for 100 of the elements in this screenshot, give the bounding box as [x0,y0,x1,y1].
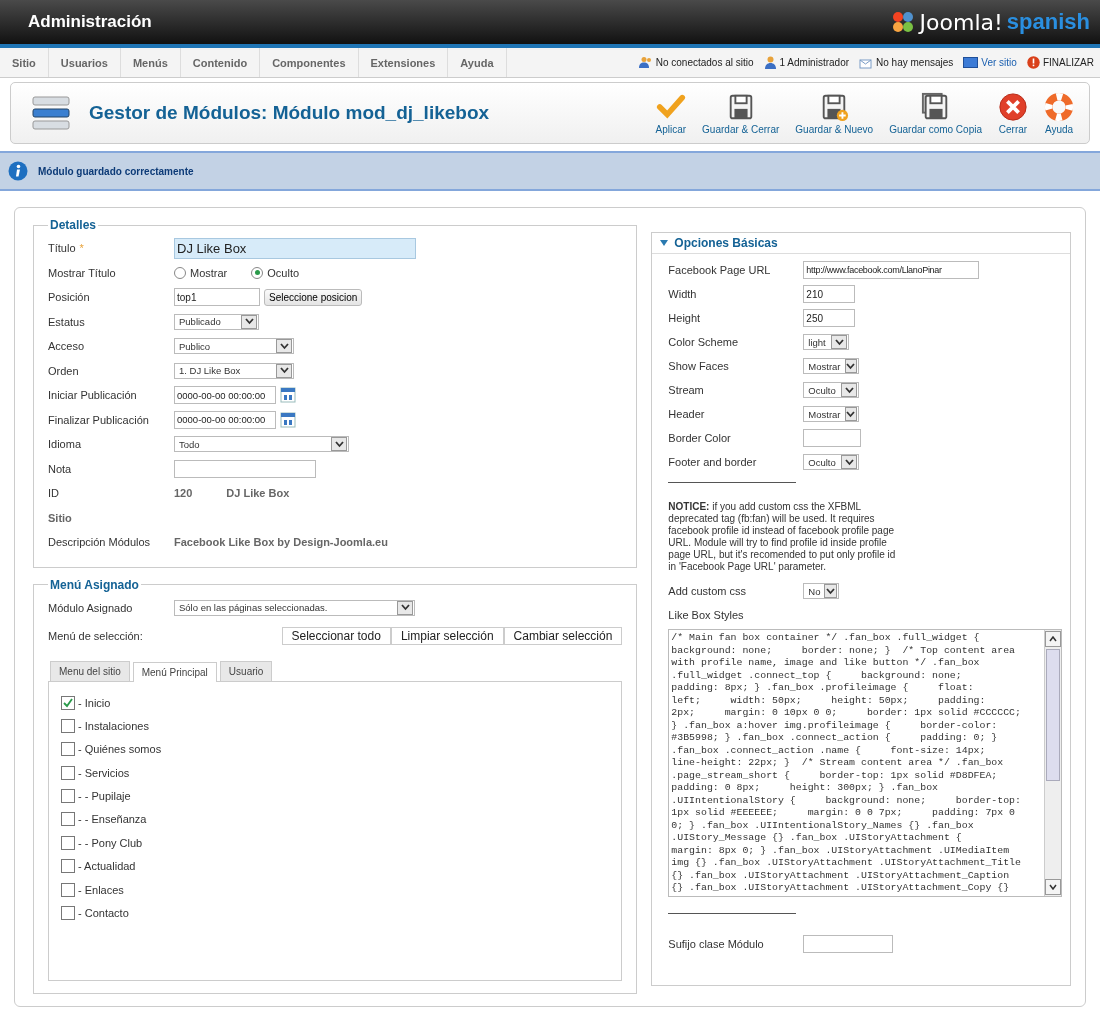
checkbox[interactable] [61,742,75,757]
monitor-icon [963,57,979,68]
field-label: Descripción Módulos [48,536,151,549]
status-link[interactable]: No conectados al sitio [638,56,754,69]
checkbox-label: - Inicio [78,696,111,709]
text-field[interactable]: http://www.facebook.com/LlanoPinar [803,261,980,279]
field-label: Add custom css [668,585,747,597]
select-field[interactable]: Oculto [803,382,860,398]
toolbar-button[interactable]: Guardar & Cerrar [695,89,787,137]
selection-button[interactable]: Limpiar selección [390,627,504,646]
page-title: Gestor de Módulos: Módulo mod_dj_likebox [89,102,490,124]
checkbox[interactable] [61,789,75,804]
selection-button[interactable]: Cambiar selección [503,627,623,646]
scroll-up-icon[interactable] [1045,631,1062,647]
power-icon [1026,56,1040,69]
checkbox[interactable] [61,718,75,733]
text-field[interactable] [803,429,862,447]
field-label: Menú de selección: [48,630,144,643]
text-field[interactable]: 210 [803,285,856,303]
select-field[interactable]: light [803,334,850,350]
radio-button[interactable] [174,266,186,279]
select-field[interactable]: Publicado [174,313,259,330]
info-value: Facebook Like Box by Design-Joomla.eu [174,536,388,549]
toolbar-button[interactable]: Ayuda [1037,89,1081,137]
field-label: Finalizar Publicación [48,413,149,426]
code-line: img {} .fan_box .UIStoryAttachment .UIStoryAttachment_Title [671,857,1022,870]
toolbar-button[interactable]: Guardar como Copia [882,89,989,137]
menu-item[interactable]: Usuarios [48,48,121,77]
envelope-icon [859,56,874,69]
field-label: Idioma [48,438,82,451]
select-position-button[interactable]: Seleccione posicion [264,288,363,306]
menu-item[interactable]: Contenido [180,48,261,77]
menu-item[interactable]: Ayuda [448,48,507,77]
code-line: #3B5998; } .fan_box .connect_action { padding: 0; } [671,732,999,745]
selection-button[interactable]: Seleccionar todo [281,627,391,646]
styles-textarea[interactable] [668,629,1063,897]
select-field[interactable]: 1. DJ Like Box [174,362,294,379]
select-field[interactable]: Sólo en las páginas seleccionadas. [174,599,415,616]
menu-tab[interactable]: Menu del sitio [50,660,130,681]
field-label: Acceso [48,340,85,353]
field-label: Orden [48,364,79,377]
status-link[interactable]: No hay mensajes [859,56,954,69]
options-title: Opciones Básicas [674,236,778,250]
position-field[interactable]: top1 [174,288,260,307]
menu-tab[interactable]: Usuario [219,660,273,681]
brand-name: Joomla! [919,9,1003,35]
message-text: Módulo guardado correctamente [38,165,194,177]
toolbar-button[interactable]: Aplicar [648,89,694,137]
field-label: Border Color [668,432,732,444]
details-legend: Detalles [48,218,99,232]
checkbox-label: - - Pony Club [78,836,143,849]
code-line: 0; } .fan_box .UIIntentionalStory_Names {} .fan_box [671,819,975,832]
select-field[interactable]: Mostrar [803,358,860,374]
menu-item[interactable]: Componentes [260,48,359,77]
select-field[interactable]: Mostrar [803,406,860,422]
toolbar-button[interactable]: Cerrar [991,89,1035,137]
menu-assignment-legend: Menú Asignado [48,577,141,592]
scroll-down-icon[interactable] [1045,879,1062,895]
select-field[interactable]: Publico [174,338,294,355]
code-line: padding: 8px; } .fan_box .profileimage { float: [671,682,975,695]
code-line: margin: 8px 0; } .fan_box .UIStoryAttachment .UIMediaItem [671,844,1011,857]
text-field[interactable] [174,459,316,478]
options-header[interactable]: Opciones Básicas [652,233,1070,254]
text-field[interactable]: 250 [803,309,856,327]
scrollbar[interactable] [1044,630,1062,896]
title-field[interactable]: DJ Like Box [174,237,416,259]
date-field[interactable]: 0000-00-00 00:00:00 [174,410,276,429]
checkbox-label: - Instalaciones [78,719,149,732]
date-field[interactable]: 0000-00-00 00:00:00 [174,386,276,405]
status-link[interactable]: FINALIZAR [1026,56,1094,69]
calendar-icon[interactable] [280,387,296,404]
checkbox[interactable] [61,765,75,780]
checkbox[interactable] [61,859,75,874]
select-field[interactable]: No [803,583,840,599]
required-mark: * [79,242,84,255]
checkbox[interactable] [61,835,75,850]
code-line: .UIIntentionalStory { background: none; border-top: [671,794,1022,807]
text-field[interactable] [803,935,894,953]
checkbox[interactable] [61,695,75,710]
select-field[interactable]: Todo [174,436,349,453]
toolbar-button[interactable]: Guardar & Nuevo [788,89,881,137]
checkbox[interactable] [61,906,75,920]
field-label: Sitio [48,511,72,524]
radio-button[interactable] [251,266,264,279]
close-icon [998,91,1028,122]
menu-item[interactable]: Sitio [0,48,49,77]
checkbox[interactable] [61,812,75,827]
status-link[interactable]: Ver sitio [963,57,1017,68]
menu-item[interactable]: Menús [120,48,181,77]
code-line: padding: 0 8px; height: 300px; } .fan_box [671,782,939,795]
status-link[interactable]: 1 Administrador [763,56,850,69]
checkbox-label: - - Enseñanza [78,813,147,826]
select-field[interactable]: Oculto [803,454,860,470]
menu-tab[interactable]: Menú Principal [132,661,217,682]
calendar-icon[interactable] [280,411,296,428]
checkbox[interactable] [61,882,75,897]
triangle-down-icon [660,239,669,247]
checkbox-label: - Servicios [78,766,130,779]
notice-text: NOTICE: if you add custom css the XFBML deprecated tag (fb:fan) will be used. It requires facebook profile id instead of facebook profile page URL. Module will try to find profile id inside profile page URL, but it's recomended to put only profile id in 'Facebook Page URL' parameter. [668,501,897,573]
menu-item[interactable]: Extensiones [358,48,449,77]
